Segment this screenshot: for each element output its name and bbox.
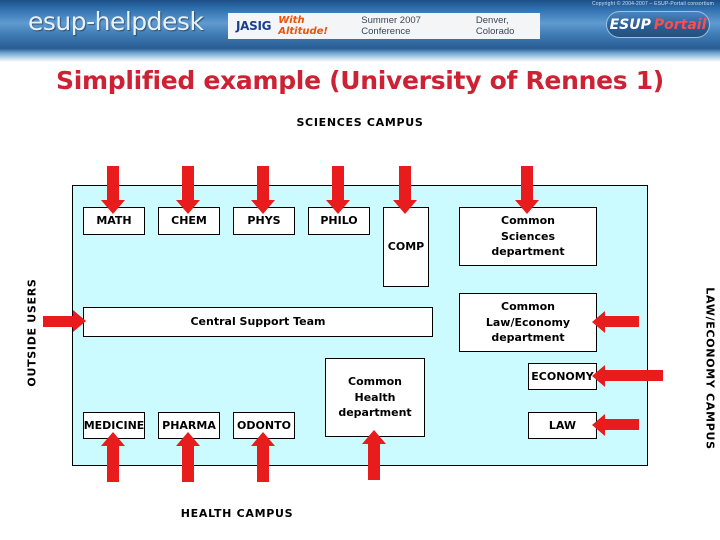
arrow-to-common-health [0,0,720,540]
